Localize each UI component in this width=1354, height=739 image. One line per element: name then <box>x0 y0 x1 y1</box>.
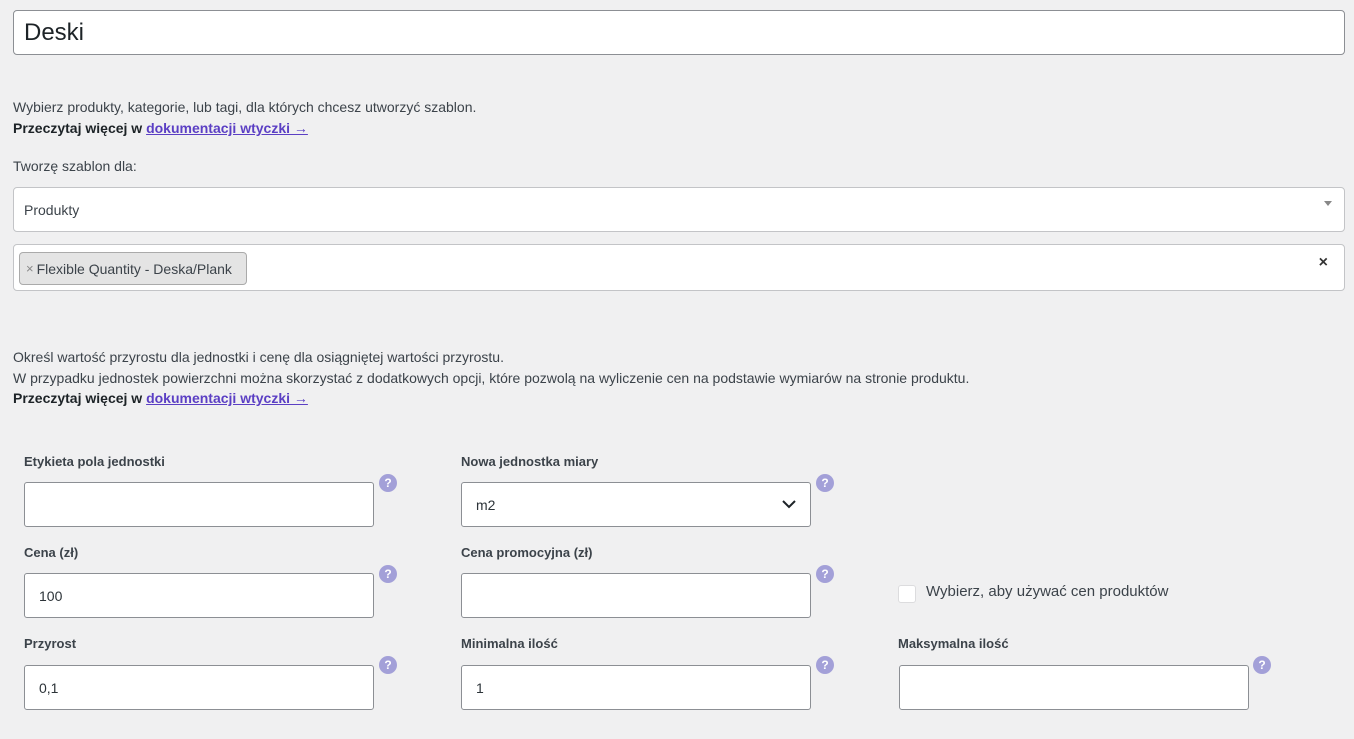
new-unit-value: m2 <box>476 496 496 513</box>
unit-label-input[interactable] <box>24 482 374 527</box>
increment-field-label: Przyrost <box>24 636 77 651</box>
max-qty-input[interactable] <box>899 665 1249 710</box>
selected-product-tag: × Flexible Quantity - Deska/Plank <box>19 252 247 285</box>
min-qty-value: 1 <box>476 679 484 696</box>
template-title-input[interactable]: Deski <box>13 10 1345 55</box>
sale-price-field-label: Cena promocyjna (zł) <box>461 545 593 560</box>
help-icon[interactable]: ? <box>816 656 834 674</box>
products-multiselect[interactable]: × Flexible Quantity - Deska/Plank × <box>13 244 1345 291</box>
use-product-prices-label[interactable]: Wybierz, aby używać cen produktów <box>926 583 1168 600</box>
price-value: 100 <box>39 587 63 604</box>
remove-tag-icon[interactable]: × <box>26 261 34 276</box>
max-qty-field-label: Maksymalna ilość <box>898 636 1009 651</box>
help-icon[interactable]: ? <box>1253 656 1271 674</box>
increment-description-2: W przypadku jednostek powierzchni można … <box>13 370 970 386</box>
price-input[interactable]: 100 <box>24 573 374 618</box>
intro-description: Wybierz produkty, kategorie, lub tagi, d… <box>13 99 477 115</box>
tag-label: Flexible Quantity - Deska/Plank <box>36 260 232 277</box>
sale-price-input[interactable] <box>461 573 811 618</box>
read-more-prefix: Przeczytaj więcej w <box>13 120 143 136</box>
increment-value: 0,1 <box>39 679 59 696</box>
help-icon[interactable]: ? <box>379 474 397 492</box>
use-product-prices-checkbox[interactable] <box>898 585 916 603</box>
increment-read-more: Przeczytaj więcej w dokumentacji wtyczki… <box>13 388 308 408</box>
clear-all-icon[interactable]: × <box>1319 254 1328 272</box>
dropdown-arrow-icon <box>1324 201 1332 206</box>
new-unit-select[interactable]: m2 <box>461 482 811 527</box>
documentation-link[interactable]: dokumentacji wtyczki → <box>146 120 308 136</box>
documentation-link[interactable]: dokumentacji wtyczki → <box>146 390 308 406</box>
unit-label-field-label: Etykieta pola jednostki <box>24 454 165 469</box>
template-for-select[interactable]: Produkty <box>13 187 1345 232</box>
template-title-value: Deski <box>24 18 85 46</box>
read-more-prefix: Przeczytaj więcej w <box>13 390 143 406</box>
template-for-selected-value: Produkty <box>24 201 80 218</box>
intro-read-more: Przeczytaj więcej w dokumentacji wtyczki… <box>13 118 308 138</box>
help-icon[interactable]: ? <box>816 565 834 583</box>
help-icon[interactable]: ? <box>379 565 397 583</box>
chevron-down-icon <box>782 500 796 509</box>
new-unit-field-label: Nowa jednostka miary <box>461 454 599 469</box>
price-field-label: Cena (zł) <box>24 545 79 560</box>
min-qty-field-label: Minimalna ilość <box>461 636 558 651</box>
help-icon[interactable]: ? <box>816 474 834 492</box>
help-icon[interactable]: ? <box>379 656 397 674</box>
min-qty-input[interactable]: 1 <box>461 665 811 710</box>
increment-description-1: Określ wartość przyrostu dla jednostki i… <box>13 349 504 365</box>
increment-input[interactable]: 0,1 <box>24 665 374 710</box>
template-for-label: Tworzę szablon dla: <box>13 158 137 174</box>
